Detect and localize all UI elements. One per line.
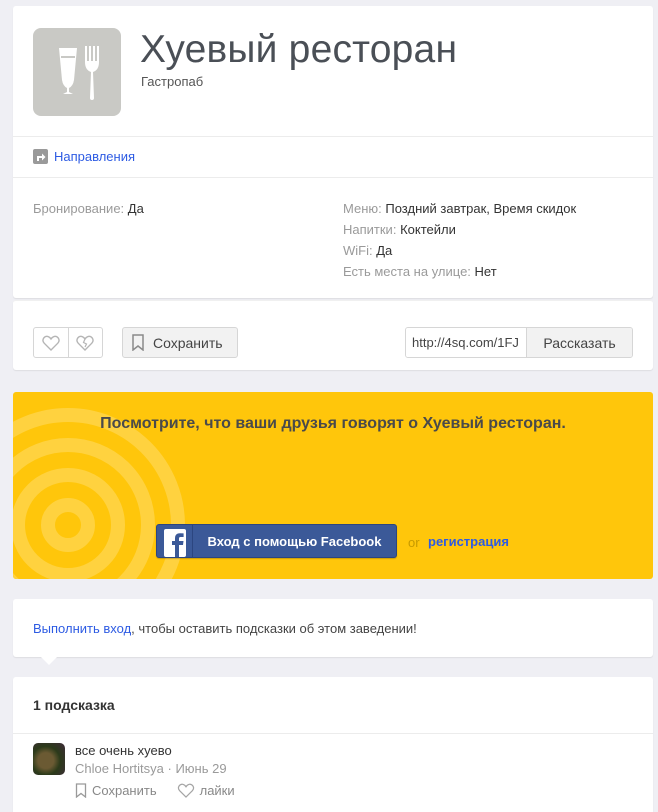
caret-pointer (40, 656, 58, 665)
tips-count-heading: 1 подсказка (33, 697, 115, 713)
share-url-field[interactable] (406, 328, 526, 357)
facebook-login-label: Вход с помощью Facebook (207, 533, 382, 549)
banner-headline: Посмотрите, что ваши друзья говорят о Ху… (100, 415, 566, 432)
venue-title: Хуевый ресторан (140, 28, 458, 71)
directions-link[interactable]: Направления (33, 149, 135, 164)
attribute-label: Есть места на улице: (343, 264, 471, 279)
tip-like-button[interactable]: лайки (177, 783, 235, 798)
attribute-label: Меню: (343, 201, 382, 216)
dislike-button[interactable] (68, 328, 102, 357)
attribute-value: Поздний завтрак, Время скидок (385, 201, 577, 216)
divider (13, 136, 653, 137)
divider (13, 177, 653, 178)
avatar[interactable] (33, 743, 65, 775)
or-separator: or (408, 535, 420, 550)
tips-card: 1 подсказка все очень хуево Chloe Hortit… (13, 677, 653, 812)
attribute-label: Бронирование: (33, 201, 125, 216)
facebook-login-button[interactable]: Вход с помощью Facebook (156, 524, 397, 558)
register-link[interactable]: регистрация (428, 534, 509, 549)
attributes-right: Меню: Поздний завтрак, Время скидок Напи… (343, 198, 576, 282)
like-button[interactable] (34, 328, 68, 357)
venue-header-card: Хуевый ресторан Гастропаб Направления Бр… (13, 6, 653, 298)
login-prompt: Выполнить вход, чтобы оставить подсказки… (33, 621, 417, 636)
facebook-icon (157, 525, 193, 557)
attribute-row: Меню: Поздний завтрак, Время скидок (343, 198, 576, 219)
tip-text: все очень хуево (75, 743, 172, 758)
attribute-row: Бронирование: Да (33, 198, 144, 219)
tip-actions: Сохранить лайки (75, 783, 255, 798)
attribute-value: Да (376, 243, 393, 258)
attribute-row: WiFi: Да (343, 240, 576, 261)
attribute-value: Да (127, 201, 144, 216)
attribute-label: WiFi: (343, 243, 373, 258)
directions-label: Направления (54, 149, 136, 164)
venue-actions-bar: Сохранить Рассказать (13, 300, 653, 370)
bookmark-icon (132, 334, 144, 351)
directions-icon (33, 149, 48, 164)
attribute-label: Напитки: (343, 222, 397, 237)
bookmark-icon (75, 783, 87, 798)
attribute-value: Коктейли (400, 222, 456, 237)
share-group: Рассказать (405, 327, 633, 358)
share-button[interactable]: Рассказать (526, 328, 632, 357)
tip-save-button[interactable]: Сохранить (75, 783, 157, 798)
login-prompt-text: , чтобы оставить подсказки об этом завед… (131, 621, 417, 636)
attribute-row: Напитки: Коктейли (343, 219, 576, 240)
save-label: Сохранить (153, 334, 223, 351)
food-drink-icon (33, 28, 121, 116)
meta-separator: · (163, 761, 176, 776)
tip-save-label: Сохранить (92, 783, 157, 798)
save-button[interactable]: Сохранить (122, 327, 238, 358)
tip-author-link[interactable]: Chloe Hortitsya (75, 761, 164, 776)
venue-category[interactable]: Гастропаб (141, 74, 203, 89)
attributes-left: Бронирование: Да (33, 198, 144, 219)
like-dislike-group (33, 327, 103, 358)
login-prompt-card: Выполнить вход, чтобы оставить подсказки… (13, 599, 653, 665)
tip-like-label: лайки (199, 783, 235, 798)
attribute-row: Есть места на улице: Нет (343, 261, 576, 282)
tip-date[interactable]: Июнь 29 (175, 761, 226, 776)
heart-icon (41, 335, 60, 351)
tip-meta: Chloe Hortitsya · Июнь 29 (75, 761, 227, 776)
broken-heart-icon (76, 335, 94, 351)
friends-promo-banner: Посмотрите, что ваши друзья говорят о Ху… (13, 392, 653, 579)
heart-icon (177, 783, 194, 798)
divider (13, 733, 653, 734)
login-link[interactable]: Выполнить вход (33, 621, 131, 636)
attribute-value: Нет (474, 264, 497, 279)
